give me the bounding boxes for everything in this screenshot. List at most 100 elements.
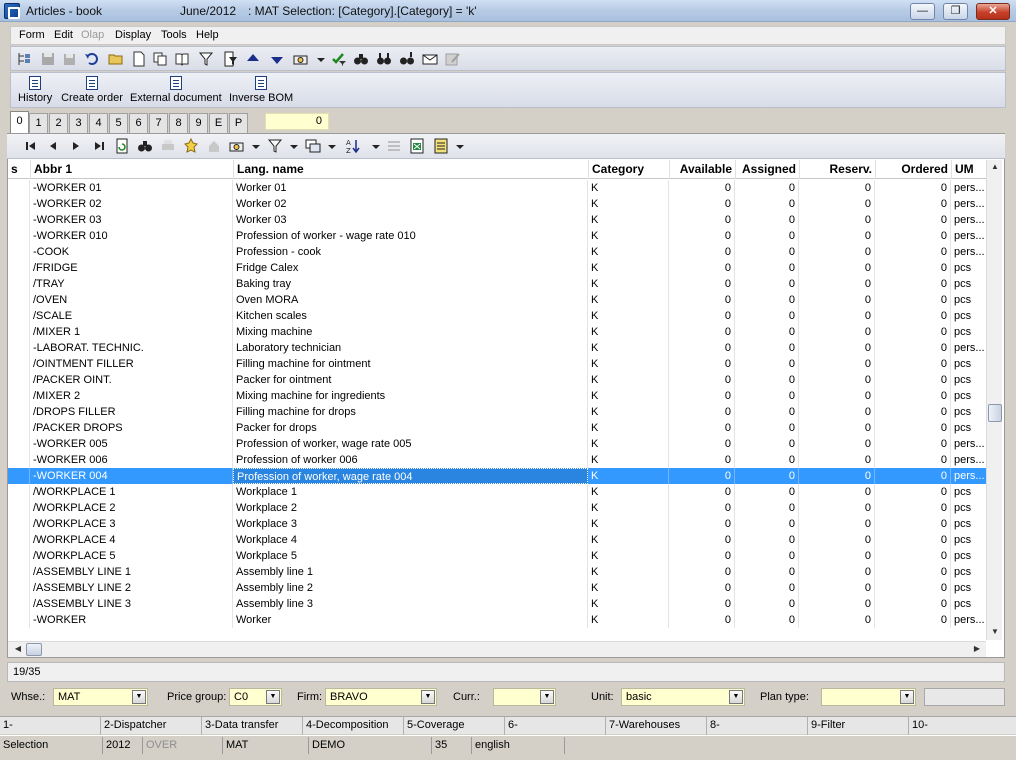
cell-category[interactable]: K (588, 596, 669, 612)
cell-lang-name[interactable]: Filling machine for ointment (233, 356, 588, 372)
binoculars-icon[interactable] (353, 51, 369, 67)
cell-lang-name[interactable]: Workplace 1 (233, 484, 588, 500)
table-row[interactable]: /PACKER OINT. Packer for ointment K 0 0 0 0 pcs (8, 372, 986, 388)
cell-available[interactable]: 0 (669, 372, 735, 388)
cell-um[interactable]: pers... (951, 612, 986, 628)
header-um[interactable]: UM (951, 160, 986, 179)
cell-available[interactable]: 0 (669, 404, 735, 420)
document-filter-icon[interactable] (222, 51, 238, 67)
cell-um[interactable]: pcs (951, 404, 986, 420)
cell-ordered[interactable]: 0 (875, 596, 951, 612)
cell-available[interactable]: 0 (669, 580, 735, 596)
cell-category[interactable]: K (588, 260, 669, 276)
menu-form[interactable]: Form (19, 29, 45, 41)
history-button[interactable]: History (18, 76, 52, 104)
cell-category[interactable]: K (588, 548, 669, 564)
cell-category[interactable]: K (588, 468, 669, 484)
cell-um[interactable]: pcs (951, 548, 986, 564)
menu-edit[interactable]: Edit (54, 29, 73, 41)
cell-um[interactable]: pcs (951, 420, 986, 436)
cell-reserv[interactable]: 0 (799, 372, 875, 388)
excel-export-icon[interactable] (409, 138, 425, 154)
cell-um[interactable]: pers... (951, 436, 986, 452)
fkey-5[interactable]: 5-Coverage (404, 717, 505, 735)
external-document-button[interactable]: External document (130, 76, 222, 104)
cell-status[interactable] (8, 260, 30, 276)
camera-dropdown-icon[interactable] (248, 138, 264, 154)
cell-category[interactable]: K (588, 356, 669, 372)
cell-lang-name[interactable]: Worker 02 (233, 196, 588, 212)
table-row[interactable]: /MIXER 2 Mixing machine for ingredients K 0… (8, 388, 986, 404)
cell-status[interactable] (8, 180, 30, 196)
cell-status[interactable] (8, 324, 30, 340)
table-row[interactable]: /ASSEMBLY LINE 1 Assembly line 1 K 0 0 0 0 pcs (8, 564, 986, 580)
cell-reserv[interactable]: 0 (799, 388, 875, 404)
cell-assigned[interactable]: 0 (735, 372, 799, 388)
last-record-icon[interactable] (91, 138, 107, 154)
table-row-selected[interactable]: -WORKER 004 Profession of worker, wage ra… (8, 468, 986, 484)
cell-abbr1[interactable]: -WORKER (30, 612, 233, 628)
cell-category[interactable]: K (588, 276, 669, 292)
table-row[interactable]: -WORKER Worker K 0 0 0 0 pers... (8, 612, 986, 628)
filter-icon[interactable] (198, 51, 214, 67)
cell-status[interactable] (8, 596, 30, 612)
cell-ordered[interactable]: 0 (875, 292, 951, 308)
cell-available[interactable]: 0 (669, 468, 735, 484)
cell-category[interactable]: K (588, 436, 669, 452)
fkey-9[interactable]: 9-Filter (808, 717, 909, 735)
cell-status[interactable] (8, 516, 30, 532)
cell-status[interactable] (8, 196, 30, 212)
cell-reserv[interactable]: 0 (799, 276, 875, 292)
cell-reserv[interactable]: 0 (799, 340, 875, 356)
cell-status[interactable] (8, 548, 30, 564)
header-ordered[interactable]: Ordered (875, 160, 951, 179)
cell-category[interactable]: K (588, 180, 669, 196)
cell-abbr1[interactable]: /ASSEMBLY LINE 2 (30, 580, 233, 596)
cell-reserv[interactable]: 0 (799, 212, 875, 228)
cell-um[interactable]: pers... (951, 212, 986, 228)
cell-reserv[interactable]: 0 (799, 244, 875, 260)
camera-icon[interactable] (293, 51, 309, 67)
cell-um[interactable]: pcs (951, 516, 986, 532)
cell-abbr1[interactable]: /PACKER DROPS (30, 420, 233, 436)
cell-reserv[interactable]: 0 (799, 436, 875, 452)
cell-reserv[interactable]: 0 (799, 516, 875, 532)
cell-available[interactable]: 0 (669, 548, 735, 564)
cell-um[interactable]: pcs (951, 308, 986, 324)
cell-assigned[interactable]: 0 (735, 452, 799, 468)
cell-status[interactable] (8, 500, 30, 516)
cell-um[interactable]: pers... (951, 228, 986, 244)
cell-category[interactable]: K (588, 324, 669, 340)
cell-category[interactable]: K (588, 244, 669, 260)
tab-5[interactable]: 5 (109, 113, 128, 133)
binoculars-settings-icon[interactable] (399, 51, 415, 67)
cell-abbr1[interactable]: /ASSEMBLY LINE 3 (30, 596, 233, 612)
cell-assigned[interactable]: 0 (735, 500, 799, 516)
cell-abbr1[interactable]: /PACKER OINT. (30, 372, 233, 388)
cell-category[interactable]: K (588, 196, 669, 212)
arrow-up-icon[interactable] (245, 51, 261, 67)
cell-assigned[interactable]: 0 (735, 484, 799, 500)
cell-lang-name[interactable]: Packer for drops (233, 420, 588, 436)
camera-icon[interactable] (229, 138, 245, 154)
cell-available[interactable]: 0 (669, 532, 735, 548)
cell-lang-name[interactable]: Assembly line 2 (233, 580, 588, 596)
cell-category[interactable]: K (588, 228, 669, 244)
cell-reserv[interactable]: 0 (799, 452, 875, 468)
tab-4[interactable]: 4 (89, 113, 108, 133)
cell-reserv[interactable]: 0 (799, 580, 875, 596)
cell-abbr1[interactable]: /WORKPLACE 4 (30, 532, 233, 548)
cell-category[interactable]: K (588, 308, 669, 324)
cell-available[interactable]: 0 (669, 212, 735, 228)
close-button[interactable]: ✕ (976, 3, 1010, 20)
cell-lang-name[interactable]: Worker (233, 612, 588, 628)
cell-reserv[interactable]: 0 (799, 420, 875, 436)
cell-reserv[interactable]: 0 (799, 308, 875, 324)
tab-8[interactable]: 8 (169, 113, 188, 133)
cell-assigned[interactable]: 0 (735, 404, 799, 420)
cell-reserv[interactable]: 0 (799, 180, 875, 196)
cell-available[interactable]: 0 (669, 260, 735, 276)
plan-type-field[interactable]: ▼ (821, 688, 916, 706)
whse-field[interactable]: MAT ▼ (53, 688, 148, 706)
cell-um[interactable]: pers... (951, 196, 986, 212)
